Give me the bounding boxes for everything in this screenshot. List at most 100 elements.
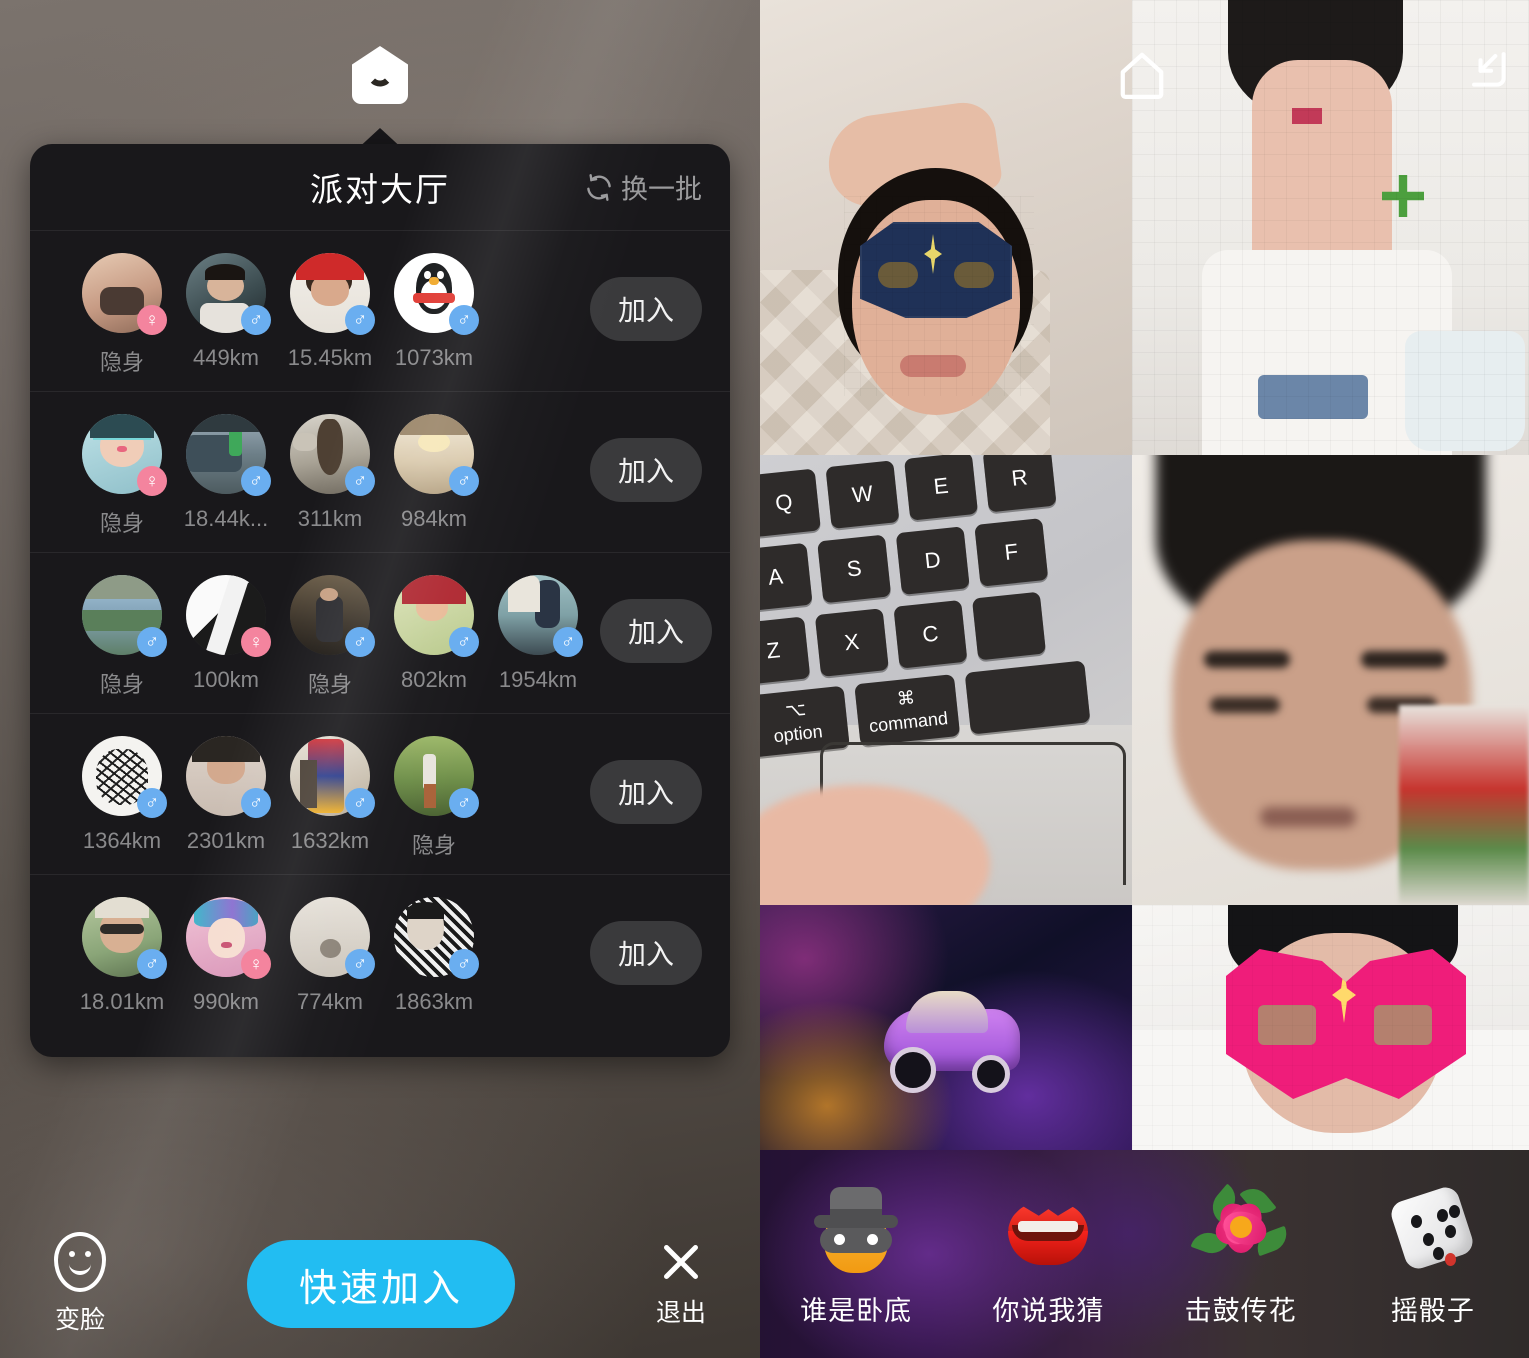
- video-grid: QWER ASDF ZXC ⌥ option ⌘ command: [760, 0, 1529, 1150]
- row-avatars: ♂ 隐身 ♀ 100km ♂ 隐身 ♂ 802km ♂ 1954km: [70, 575, 590, 699]
- member-distance: 2301km: [186, 828, 266, 853]
- game-button-spy[interactable]: 谁是卧底: [760, 1181, 952, 1328]
- page-title: 派对大厅: [310, 171, 450, 208]
- party-hall-sheet-wrapper: 派对大厅 换一批 ♀ 隐身 ♂ 449km ♂ 15.45km ♂ 1073km…: [30, 128, 730, 1057]
- refresh-batch-button[interactable]: 换一批: [584, 168, 702, 207]
- game-button-describe-guess[interactable]: 你说我猜: [952, 1181, 1144, 1328]
- party-row[interactable]: ♀ 隐身 ♂ 449km ♂ 15.45km ♂ 1073km 加入: [30, 230, 730, 391]
- gender-badge-female: ♀: [137, 305, 167, 335]
- member-cell[interactable]: ♂ 1073km: [382, 253, 486, 377]
- member-distance: 1954km: [498, 667, 578, 692]
- member-cell[interactable]: ♀ 隐身: [70, 414, 174, 538]
- party-row[interactable]: ♀ 隐身 ♂ 18.44k... ♂ 311km ♂ 984km 加入: [30, 391, 730, 552]
- member-cell[interactable]: ♂ 1954km: [486, 575, 590, 699]
- member-distance: 1632km: [290, 828, 370, 853]
- face-change-label: 变脸: [54, 1306, 105, 1334]
- gender-badge-male: ♂: [241, 305, 271, 335]
- tile-pink-mask-face[interactable]: [1132, 905, 1529, 1150]
- member-cell[interactable]: ♂ 15.45km: [278, 253, 382, 377]
- party-row[interactable]: ♂ 1364km ♂ 2301km ♂ 1632km ♂ 隐身 加入: [30, 713, 730, 874]
- member-distance: 18.44k...: [183, 506, 269, 531]
- member-distance: 1364km: [82, 828, 162, 853]
- gender-badge-female: ♀: [241, 627, 271, 657]
- refresh-icon: [584, 172, 614, 202]
- member-distance: 449km: [192, 345, 260, 370]
- member-cell[interactable]: ♀ 100km: [174, 575, 278, 699]
- game-button-roll-dice[interactable]: 摇骰子: [1337, 1181, 1529, 1328]
- gender-badge-male: ♂: [449, 788, 479, 818]
- join-button[interactable]: 加入: [590, 277, 702, 341]
- gender-badge-male: ♂: [345, 949, 375, 979]
- bottom-action-bar: 变脸 快速加入 退出: [0, 1210, 760, 1358]
- keyboard-keys: QWER ASDF ZXC ⌥ option ⌘ command: [760, 455, 1132, 787]
- gender-badge-male: ♂: [449, 949, 479, 979]
- member-cell[interactable]: ♂ 18.44k...: [174, 414, 278, 538]
- smiley-face-icon: [54, 1232, 106, 1292]
- member-cell[interactable]: ♂ 1632km: [278, 736, 382, 860]
- row-avatars: ♂ 18.01km ♀ 990km ♂ 774km ♂ 1863km: [70, 897, 580, 1015]
- sheet-header: 派对大厅 换一批: [30, 144, 730, 230]
- member-cell[interactable]: ♂ 1364km: [70, 736, 174, 860]
- member-distance: 984km: [400, 506, 468, 531]
- gender-badge-male: ♂: [137, 788, 167, 818]
- member-cell[interactable]: ♀ 隐身: [70, 253, 174, 377]
- member-cell[interactable]: ♂ 802km: [382, 575, 486, 699]
- face-change-button[interactable]: 变脸: [54, 1232, 106, 1336]
- member-cell[interactable]: ♂ 18.01km: [70, 897, 174, 1015]
- member-distance: 隐身: [99, 511, 144, 536]
- game-button-pass-flower[interactable]: 击鼓传花: [1145, 1181, 1337, 1328]
- game-label: 谁是卧底: [800, 1295, 913, 1326]
- gender-badge-male: ♂: [449, 466, 479, 496]
- member-cell[interactable]: ♂ 311km: [278, 414, 382, 538]
- party-row[interactable]: ♂ 隐身 ♀ 100km ♂ 隐身 ♂ 802km ♂ 1954km 加入: [30, 552, 730, 713]
- member-cell[interactable]: ♂ 449km: [174, 253, 278, 377]
- member-distance: 802km: [400, 667, 468, 692]
- member-distance: 1863km: [394, 989, 474, 1014]
- gender-badge-male: ♂: [345, 627, 375, 657]
- exit-button[interactable]: 退出: [656, 1239, 706, 1329]
- tile-masked-man-bed[interactable]: [760, 0, 1132, 455]
- party-row[interactable]: ♂ 18.01km ♀ 990km ♂ 774km ♂ 1863km 加入: [30, 874, 730, 1035]
- member-cell[interactable]: ♂ 1863km: [382, 897, 486, 1015]
- gender-badge-male: ♂: [241, 466, 271, 496]
- member-distance: 18.01km: [79, 989, 165, 1014]
- join-button[interactable]: 加入: [590, 760, 702, 824]
- member-distance: 隐身: [411, 833, 456, 858]
- member-cell[interactable]: ♂ 隐身: [70, 575, 174, 699]
- tile-blurred-man-face[interactable]: [1132, 455, 1529, 905]
- gender-badge-male: ♂: [449, 305, 479, 335]
- exit-label: 退出: [655, 1299, 706, 1327]
- shrink-screen-icon[interactable]: [1463, 44, 1511, 92]
- gender-badge-male: ♂: [137, 949, 167, 979]
- app-screen: 派对大厅 换一批 ♀ 隐身 ♂ 449km ♂ 15.45km ♂ 1073km…: [0, 0, 1529, 1358]
- member-cell[interactable]: ♂ 隐身: [382, 736, 486, 860]
- gender-badge-male: ♂: [345, 305, 375, 335]
- spy-emoji: [810, 1181, 902, 1273]
- member-cell[interactable]: ♀ 990km: [174, 897, 278, 1015]
- party-hall-panel: 派对大厅 换一批 ♀ 隐身 ♂ 449km ♂ 15.45km ♂ 1073km…: [0, 0, 760, 1358]
- row-avatars: ♀ 隐身 ♂ 18.44k... ♂ 311km ♂ 984km: [70, 414, 580, 538]
- member-distance: 15.45km: [287, 345, 373, 370]
- member-distance: 100km: [192, 667, 260, 692]
- member-cell[interactable]: ♂ 2301km: [174, 736, 278, 860]
- member-cell[interactable]: ♂ 984km: [382, 414, 486, 538]
- tile-macbook-keyboard[interactable]: QWER ASDF ZXC ⌥ option ⌘ command: [760, 455, 1132, 905]
- quick-join-button[interactable]: 快速加入: [246, 1240, 515, 1328]
- game-toolbar: 谁是卧底 你说我猜 击鼓传花 摇骰子: [760, 1150, 1529, 1358]
- join-button[interactable]: 加入: [590, 438, 702, 502]
- tile-purple-sports-car[interactable]: [760, 905, 1132, 1150]
- member-distance: 990km: [192, 989, 260, 1014]
- game-label: 击鼓传花: [1184, 1295, 1297, 1326]
- member-distance: 隐身: [99, 350, 144, 375]
- gender-badge-male: ♂: [241, 788, 271, 818]
- home-outline-icon[interactable]: [1117, 48, 1167, 102]
- close-x-icon: [658, 1239, 704, 1285]
- member-cell[interactable]: ♂ 隐身: [278, 575, 382, 699]
- gender-badge-male: ♂: [345, 466, 375, 496]
- gender-badge-male: ♂: [137, 627, 167, 657]
- join-button[interactable]: 加入: [590, 921, 702, 985]
- row-avatars: ♂ 1364km ♂ 2301km ♂ 1632km ♂ 隐身: [70, 736, 580, 860]
- join-button[interactable]: 加入: [600, 599, 712, 663]
- member-cell[interactable]: ♂ 774km: [278, 897, 382, 1015]
- home-smile-icon[interactable]: [352, 46, 408, 108]
